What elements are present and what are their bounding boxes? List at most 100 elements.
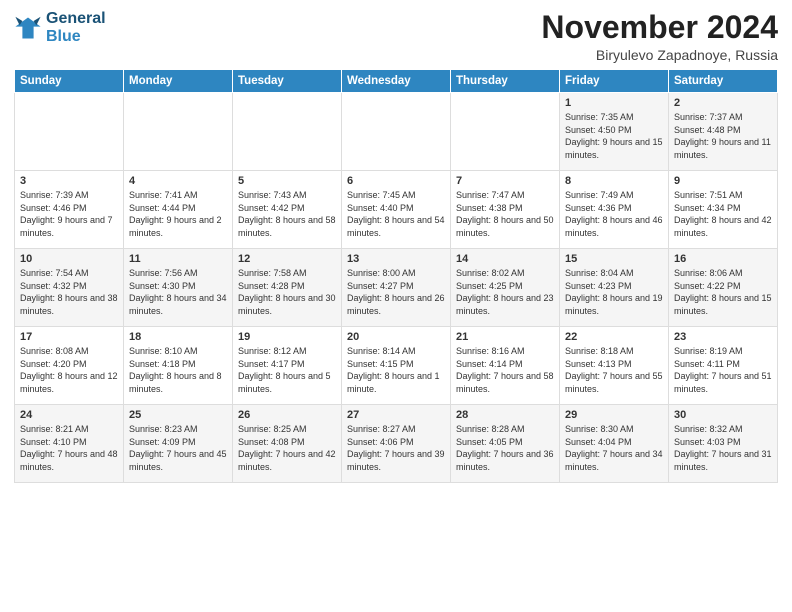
calendar-day [15, 93, 124, 171]
day-number: 18 [129, 331, 227, 343]
day-info: Sunrise: 8:30 AM Sunset: 4:04 PM Dayligh… [565, 423, 663, 473]
day-info: Sunrise: 8:08 AM Sunset: 4:20 PM Dayligh… [20, 345, 118, 395]
day-info: Sunrise: 8:19 AM Sunset: 4:11 PM Dayligh… [674, 345, 772, 395]
day-info: Sunrise: 8:18 AM Sunset: 4:13 PM Dayligh… [565, 345, 663, 395]
day-info: Sunrise: 8:32 AM Sunset: 4:03 PM Dayligh… [674, 423, 772, 473]
calendar-day [233, 93, 342, 171]
day-number: 14 [456, 253, 554, 265]
calendar-day: 7 Sunrise: 7:47 AM Sunset: 4:38 PM Daylig… [451, 171, 560, 249]
calendar-day: 12Sunrise: 7:58 AM Sunset: 4:28 PM Dayli… [233, 249, 342, 327]
day-number: 10 [20, 253, 118, 265]
calendar-day: 16 Sunrise: 8:06 AM Sunset: 4:22 PM Dayli… [669, 249, 778, 327]
day-number: 30 [674, 409, 772, 421]
calendar-day: 11 Sunrise: 7:56 AM Sunset: 4:30 PM Dayli… [124, 249, 233, 327]
calendar-day: 25 Sunrise: 8:23 AM Sunset: 4:09 PM Dayli… [124, 405, 233, 483]
calendar-day: 20 Sunrise: 8:14 AM Sunset: 4:15 PM Dayli… [342, 327, 451, 405]
day-info: Sunrise: 7:51 AM Sunset: 4:34 PM Dayligh… [674, 189, 772, 239]
calendar-week-3: 10 Sunrise: 7:54 AM Sunset: 4:32 PM Dayli… [15, 249, 778, 327]
logo-icon [14, 14, 42, 42]
day-number: 26 [238, 409, 336, 421]
col-thursday: Thursday [451, 70, 560, 93]
calendar-day: 3 Sunrise: 7:39 AM Sunset: 4:46 PM Daylig… [15, 171, 124, 249]
calendar-day: 17 Sunrise: 8:08 AM Sunset: 4:20 PM Dayli… [15, 327, 124, 405]
day-number: 27 [347, 409, 445, 421]
col-monday: Monday [124, 70, 233, 93]
calendar-day: 2 Sunrise: 7:37 AM Sunset: 4:48 PM Daylig… [669, 93, 778, 171]
day-number: 3 [20, 175, 118, 187]
day-number: 1 [565, 97, 663, 109]
calendar-day [124, 93, 233, 171]
calendar-day: 27Sunrise: 8:27 AM Sunset: 4:06 PM Dayli… [342, 405, 451, 483]
month-title: November 2024 [541, 10, 778, 45]
calendar-day: 30 Sunrise: 8:32 AM Sunset: 4:03 PM Dayli… [669, 405, 778, 483]
day-info: Sunrise: 8:28 AM Sunset: 4:05 PM Dayligh… [456, 423, 554, 473]
day-info: Sunrise: 7:41 AM Sunset: 4:44 PM Dayligh… [129, 189, 227, 239]
day-info: Sunrise: 7:37 AM Sunset: 4:48 PM Dayligh… [674, 111, 772, 161]
calendar-day: 15 Sunrise: 8:04 AM Sunset: 4:23 PM Dayli… [560, 249, 669, 327]
day-info: Sunrise: 8:16 AM Sunset: 4:14 PM Dayligh… [456, 345, 554, 395]
calendar-day: 14 Sunrise: 8:02 AM Sunset: 4:25 PM Dayli… [451, 249, 560, 327]
day-info: Sunrise: 7:43 AM Sunset: 4:42 PM Dayligh… [238, 189, 336, 239]
page-container: General Blue November 2024 Biryulevo Zap… [0, 0, 792, 489]
calendar-day: 1 Sunrise: 7:35 AM Sunset: 4:50 PM Daylig… [560, 93, 669, 171]
calendar-day: 18 Sunrise: 8:10 AM Sunset: 4:18 PM Dayli… [124, 327, 233, 405]
col-tuesday: Tuesday [233, 70, 342, 93]
logo: General Blue [14, 10, 106, 45]
day-number: 5 [238, 175, 336, 187]
calendar-day: 8Sunrise: 7:49 AM Sunset: 4:36 PM Daylig… [560, 171, 669, 249]
day-info: Sunrise: 8:23 AM Sunset: 4:09 PM Dayligh… [129, 423, 227, 473]
calendar-week-4: 17 Sunrise: 8:08 AM Sunset: 4:20 PM Dayli… [15, 327, 778, 405]
day-info: Sunrise: 8:25 AM Sunset: 4:08 PM Dayligh… [238, 423, 336, 473]
day-number: 24 [20, 409, 118, 421]
calendar-day: 10 Sunrise: 7:54 AM Sunset: 4:32 PM Dayli… [15, 249, 124, 327]
calendar-day: 6Sunrise: 7:45 AM Sunset: 4:40 PM Daylig… [342, 171, 451, 249]
day-info: Sunrise: 7:35 AM Sunset: 4:50 PM Dayligh… [565, 111, 663, 161]
day-number: 17 [20, 331, 118, 343]
day-info: Sunrise: 8:02 AM Sunset: 4:25 PM Dayligh… [456, 267, 554, 317]
day-info: Sunrise: 7:56 AM Sunset: 4:30 PM Dayligh… [129, 267, 227, 317]
calendar-day: 9Sunrise: 7:51 AM Sunset: 4:34 PM Daylig… [669, 171, 778, 249]
col-saturday: Saturday [669, 70, 778, 93]
day-info: Sunrise: 8:21 AM Sunset: 4:10 PM Dayligh… [20, 423, 118, 473]
calendar-day: 26 Sunrise: 8:25 AM Sunset: 4:08 PM Dayli… [233, 405, 342, 483]
calendar-week-1: 1 Sunrise: 7:35 AM Sunset: 4:50 PM Daylig… [15, 93, 778, 171]
calendar-day: 22 Sunrise: 8:18 AM Sunset: 4:13 PM Dayli… [560, 327, 669, 405]
day-number: 6 [347, 175, 445, 187]
title-block: November 2024 Biryulevo Zapadnoye, Russi… [541, 10, 778, 63]
day-info: Sunrise: 7:58 AM Sunset: 4:28 PM Dayligh… [238, 267, 336, 317]
col-friday: Friday [560, 70, 669, 93]
calendar-day: 5 Sunrise: 7:43 AM Sunset: 4:42 PM Daylig… [233, 171, 342, 249]
calendar-day: 24 Sunrise: 8:21 AM Sunset: 4:10 PM Dayli… [15, 405, 124, 483]
day-number: 19 [238, 331, 336, 343]
day-number: 20 [347, 331, 445, 343]
day-number: 15 [565, 253, 663, 265]
calendar-day: 28 Sunrise: 8:28 AM Sunset: 4:05 PM Dayli… [451, 405, 560, 483]
calendar-day: 13 Sunrise: 8:00 AM Sunset: 4:27 PM Dayli… [342, 249, 451, 327]
calendar-day: 4Sunrise: 7:41 AM Sunset: 4:44 PM Daylig… [124, 171, 233, 249]
day-info: Sunrise: 7:47 AM Sunset: 4:38 PM Dayligh… [456, 189, 554, 239]
col-wednesday: Wednesday [342, 70, 451, 93]
day-number: 21 [456, 331, 554, 343]
day-number: 28 [456, 409, 554, 421]
day-number: 29 [565, 409, 663, 421]
day-info: Sunrise: 8:00 AM Sunset: 4:27 PM Dayligh… [347, 267, 445, 317]
day-number: 25 [129, 409, 227, 421]
col-sunday: Sunday [15, 70, 124, 93]
day-number: 2 [674, 97, 772, 109]
day-number: 11 [129, 253, 227, 265]
day-info: Sunrise: 7:39 AM Sunset: 4:46 PM Dayligh… [20, 189, 118, 239]
calendar-week-2: 3 Sunrise: 7:39 AM Sunset: 4:46 PM Daylig… [15, 171, 778, 249]
day-info: Sunrise: 7:54 AM Sunset: 4:32 PM Dayligh… [20, 267, 118, 317]
day-number: 23 [674, 331, 772, 343]
day-number: 13 [347, 253, 445, 265]
day-info: Sunrise: 8:10 AM Sunset: 4:18 PM Dayligh… [129, 345, 227, 395]
day-number: 7 [456, 175, 554, 187]
calendar-day [342, 93, 451, 171]
day-info: Sunrise: 8:06 AM Sunset: 4:22 PM Dayligh… [674, 267, 772, 317]
calendar-day: 23 Sunrise: 8:19 AM Sunset: 4:11 PM Dayli… [669, 327, 778, 405]
day-info: Sunrise: 8:04 AM Sunset: 4:23 PM Dayligh… [565, 267, 663, 317]
day-info: Sunrise: 7:49 AM Sunset: 4:36 PM Dayligh… [565, 189, 663, 239]
day-number: 22 [565, 331, 663, 343]
day-info: Sunrise: 8:14 AM Sunset: 4:15 PM Dayligh… [347, 345, 445, 395]
day-number: 16 [674, 253, 772, 265]
